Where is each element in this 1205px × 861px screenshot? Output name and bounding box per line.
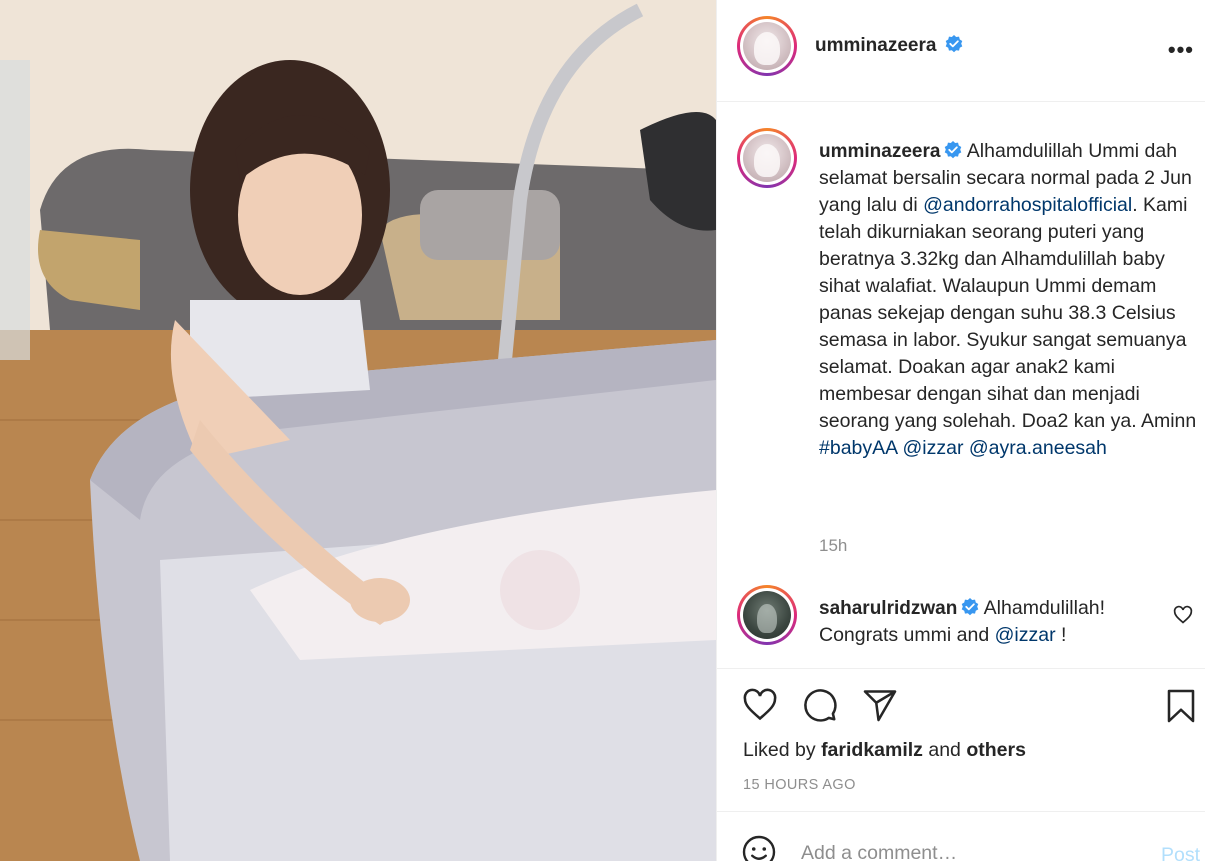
caption-body-2: . Kami telah dikurniakan seorang puteri … bbox=[819, 194, 1197, 432]
verified-badge-icon bbox=[962, 598, 979, 616]
comment-text: saharulridzwan Alhamdulillah! Congrats u… bbox=[819, 595, 1149, 649]
verified-badge-icon bbox=[945, 141, 962, 159]
hashtag-link-babyaa[interactable]: #babyAA bbox=[819, 437, 897, 459]
heart-icon[interactable] bbox=[741, 687, 779, 723]
photo-illustration bbox=[0, 0, 716, 861]
caption-age[interactable]: 15h bbox=[819, 536, 847, 556]
likes-others-link[interactable]: others bbox=[966, 739, 1026, 761]
verified-badge-icon bbox=[945, 35, 963, 53]
post-comment-button[interactable]: Post bbox=[1161, 844, 1200, 861]
comment-like-heart-icon[interactable] bbox=[1173, 605, 1193, 625]
author-avatar[interactable] bbox=[737, 16, 797, 76]
post-photo bbox=[0, 0, 716, 861]
liked-by-user[interactable]: faridkamilz bbox=[821, 739, 923, 761]
likes-conjunction: and bbox=[928, 739, 961, 761]
caption-author-avatar[interactable] bbox=[737, 128, 797, 188]
likes-prefix: Liked by bbox=[743, 739, 816, 761]
mention-link-andorrahospital[interactable]: @andorrahospitalofficial bbox=[923, 194, 1132, 216]
post-details-panel: umminazeera ••• umminazeera Alhamdulilla… bbox=[716, 0, 1205, 861]
post-actions: Liked by faridkamilz and others 15 HOURS… bbox=[717, 668, 1205, 811]
emoji-icon[interactable] bbox=[741, 834, 777, 861]
author-username[interactable]: umminazeera bbox=[815, 35, 936, 56]
share-icon[interactable] bbox=[861, 687, 899, 723]
comment-mention-izzar[interactable]: @izzar bbox=[995, 624, 1056, 646]
post-header: umminazeera ••• bbox=[717, 0, 1205, 102]
bookmark-icon[interactable] bbox=[1163, 687, 1199, 725]
commenter-avatar[interactable] bbox=[737, 585, 797, 645]
more-options-button[interactable]: ••• bbox=[1168, 37, 1194, 63]
caption-username[interactable]: umminazeera bbox=[819, 141, 940, 162]
post-timestamp[interactable]: 15 HOURS AGO bbox=[743, 777, 856, 793]
likes-summary: Liked by faridkamilz and others bbox=[743, 739, 1026, 762]
add-comment-bar: Post bbox=[717, 811, 1205, 861]
caption-text: umminazeera Alhamdulillah Ummi dah selam… bbox=[819, 138, 1199, 462]
add-comment-input[interactable] bbox=[801, 842, 1131, 861]
mention-link-ayra[interactable]: @ayra.aneesah bbox=[969, 437, 1107, 459]
author-name-row: umminazeera bbox=[815, 35, 963, 57]
comment-icon[interactable] bbox=[801, 687, 839, 723]
comment-body-end: ! bbox=[1055, 624, 1067, 646]
mention-link-izzar[interactable]: @izzar bbox=[903, 437, 964, 459]
commenter-username[interactable]: saharulridzwan bbox=[819, 598, 957, 619]
